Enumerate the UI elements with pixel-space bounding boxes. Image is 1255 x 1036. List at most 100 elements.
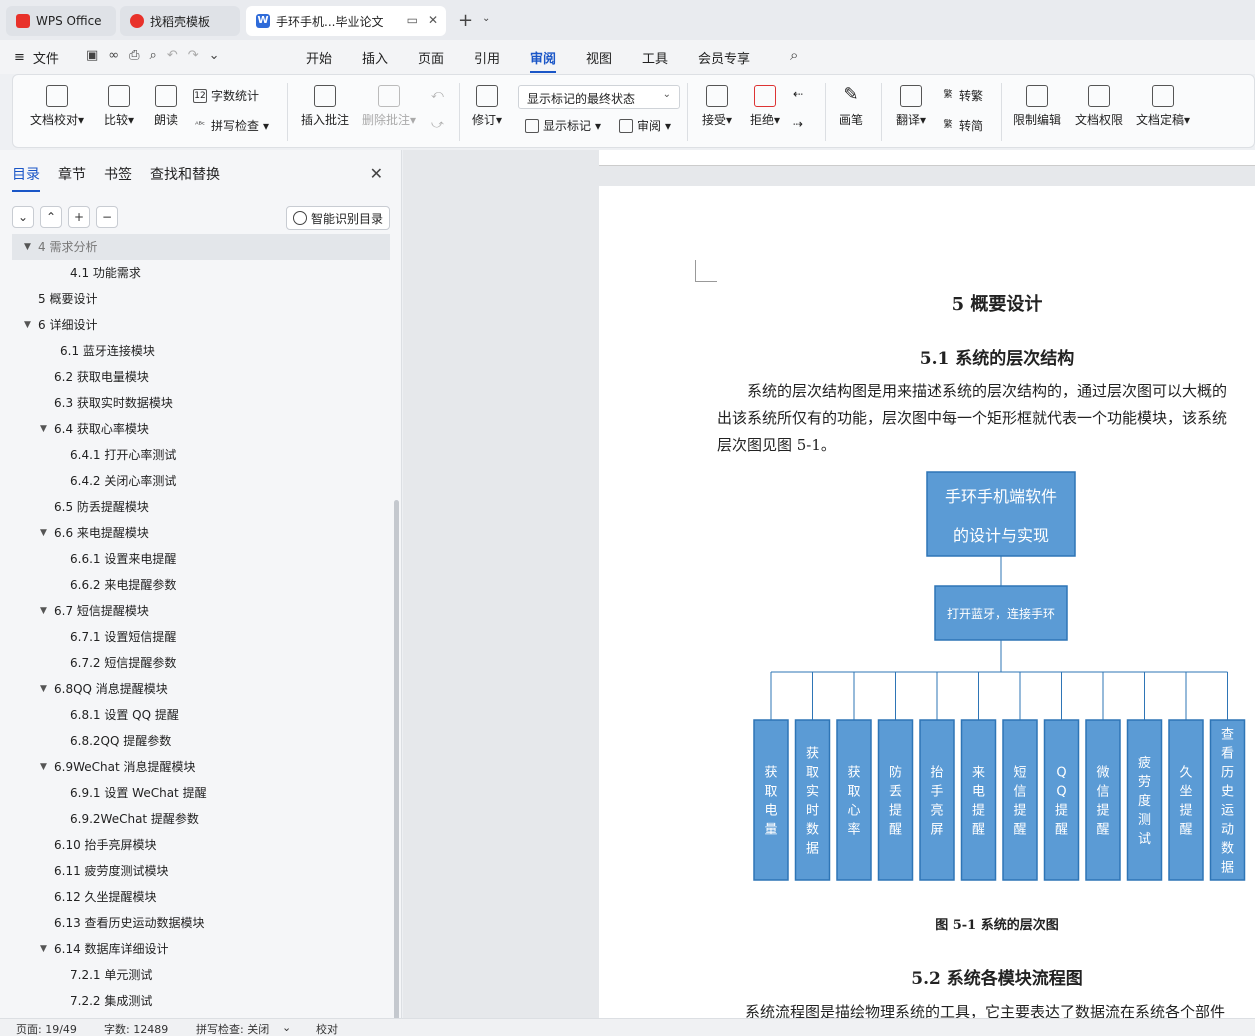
- window-icon[interactable]: ▭: [407, 13, 418, 27]
- add-heading-icon[interactable]: +: [68, 206, 90, 228]
- toc-item[interactable]: 6.2 获取电量模块: [12, 364, 390, 390]
- translate-button[interactable]: 翻译▾: [891, 85, 931, 128]
- read-aloud-button[interactable]: 朗读: [149, 85, 183, 128]
- menu-start[interactable]: 开始: [306, 48, 332, 67]
- toc-item[interactable]: ▼ 6.4 获取心率模块: [12, 416, 390, 442]
- toc-item[interactable]: 6.6.2 来电提醒参数: [12, 572, 390, 598]
- to-traditional-button[interactable]: 繁 转繁: [941, 87, 983, 104]
- remove-heading-icon[interactable]: −: [96, 206, 118, 228]
- toc-item[interactable]: 4.1 功能需求: [12, 260, 390, 286]
- toc-item[interactable]: 6.11 疲劳度测试模块: [12, 858, 390, 884]
- review-pane-button[interactable]: 审阅 ▾: [619, 117, 671, 134]
- revise-button[interactable]: 修订▾: [469, 85, 505, 128]
- expand-triangle-icon[interactable]: ▼: [40, 520, 47, 546]
- word-count-status[interactable]: 字数: 12489: [104, 1021, 168, 1036]
- expand-triangle-icon[interactable]: ▼: [40, 676, 47, 702]
- toc-item[interactable]: 6.1 蓝牙连接模块: [12, 338, 390, 364]
- search-icon[interactable]: ⌕: [790, 46, 798, 64]
- document-page[interactable]: 5 概要设计 5.1 系统的层次结构 系统的层次结构图是用来描述系统的层次结构的…: [599, 186, 1255, 1018]
- tab-wps-office[interactable]: WPS Office: [6, 6, 116, 36]
- menu-insert[interactable]: 插入: [362, 48, 388, 67]
- prev-comment-icon[interactable]: ⤺: [431, 87, 444, 102]
- smart-toc-button[interactable]: 智能识别目录: [286, 206, 390, 230]
- delete-comment-button[interactable]: 删除批注▾: [359, 85, 419, 128]
- prev-change-icon[interactable]: ⇠: [793, 87, 803, 101]
- spell-check-status[interactable]: 拼写检查: 关闭: [196, 1021, 269, 1036]
- toc-item[interactable]: ▼ 6.14 数据库详细设计: [12, 936, 390, 962]
- tab-document[interactable]: W 手环手机...毕业论文 ▭ ✕: [246, 6, 446, 36]
- toc-item[interactable]: 7.2.1 单元测试: [12, 962, 390, 988]
- tab-find-replace[interactable]: 查找和替换: [150, 164, 220, 192]
- insert-comment-button[interactable]: 插入批注: [299, 85, 351, 128]
- word-count-button[interactable]: 12 字数统计: [193, 87, 259, 104]
- toc-item[interactable]: 6.3 获取实时数据模块: [12, 390, 390, 416]
- print-preview-icon[interactable]: ⌕: [150, 48, 157, 63]
- next-comment-icon[interactable]: ⤻: [431, 117, 444, 132]
- toc-item[interactable]: ▼ 6.8QQ 消息提醒模块: [12, 676, 390, 702]
- redo-icon[interactable]: ↷: [188, 48, 199, 63]
- accept-button[interactable]: 接受▾: [697, 85, 737, 128]
- toc-item[interactable]: 6.8.2QQ 提醒参数: [12, 728, 390, 754]
- doc-check-button[interactable]: 文档校对▾: [29, 85, 85, 128]
- toc-item[interactable]: ▼ 4 需求分析: [12, 234, 390, 260]
- next-change-icon[interactable]: ⇢: [793, 117, 803, 131]
- toc-item[interactable]: 6.13 查看历史运动数据模块: [12, 910, 390, 936]
- toc-item[interactable]: 6.12 久坐提醒模块: [12, 884, 390, 910]
- doc-finalize-button[interactable]: 文档定稿▾: [1133, 85, 1193, 128]
- toc-item[interactable]: 6.6.1 设置来电提醒: [12, 546, 390, 572]
- toc-item[interactable]: 6.4.1 打开心率测试: [12, 442, 390, 468]
- menu-view[interactable]: 视图: [586, 48, 612, 67]
- doc-permission-button[interactable]: 文档权限: [1073, 85, 1125, 128]
- to-simplified-button[interactable]: 繁 转简: [941, 117, 983, 134]
- expand-triangle-icon[interactable]: ▼: [24, 234, 31, 260]
- menu-page[interactable]: 页面: [418, 48, 444, 67]
- toc-item[interactable]: ▼ 6.7 短信提醒模块: [12, 598, 390, 624]
- expand-down-icon[interactable]: ⌄: [12, 206, 34, 228]
- tab-chapter[interactable]: 章节: [58, 164, 86, 192]
- show-markup-button[interactable]: 显示标记 ▾: [525, 117, 601, 134]
- restrict-edit-button[interactable]: 限制编辑: [1011, 85, 1063, 128]
- toc-item[interactable]: ▼ 6.6 来电提醒模块: [12, 520, 390, 546]
- page-indicator[interactable]: 页面: 19/49: [16, 1021, 77, 1036]
- link-icon[interactable]: ∞: [108, 48, 119, 63]
- tab-list-chevron-icon[interactable]: ⌄: [482, 13, 490, 24]
- menu-reference[interactable]: 引用: [474, 48, 500, 67]
- undo-icon[interactable]: ↶: [167, 48, 178, 63]
- spell-check-button[interactable]: ᴬᴮᶜ 拼写检查 ▾: [193, 117, 269, 134]
- chevron-down-icon[interactable]: ⌄: [282, 1021, 291, 1034]
- menu-review[interactable]: 审阅: [530, 48, 557, 73]
- expand-triangle-icon[interactable]: ▼: [24, 312, 31, 338]
- expand-triangle-icon[interactable]: ▼: [40, 598, 47, 624]
- toc-item[interactable]: 6.4.2 关闭心率测试: [12, 468, 390, 494]
- tab-bookmark[interactable]: 书签: [104, 164, 132, 192]
- menu-tools[interactable]: 工具: [642, 48, 668, 67]
- expand-triangle-icon[interactable]: ▼: [40, 754, 47, 780]
- close-tab-icon[interactable]: ✕: [428, 13, 438, 27]
- toc-item[interactable]: 6.7.2 短信提醒参数: [12, 650, 390, 676]
- file-menu[interactable]: ≡ 文件: [14, 48, 59, 67]
- proofread-status[interactable]: 校对: [316, 1021, 338, 1036]
- print-icon[interactable]: ⎙: [129, 48, 139, 63]
- expand-triangle-icon[interactable]: ▼: [40, 416, 47, 442]
- close-icon[interactable]: ✕: [370, 164, 383, 183]
- toc-item[interactable]: 5 概要设计: [12, 286, 390, 312]
- pen-button[interactable]: ✎ 画笔: [835, 85, 867, 128]
- toc-item[interactable]: 7.2.2 集成测试: [12, 988, 390, 1014]
- toc-item[interactable]: 6.7.1 设置短信提醒: [12, 624, 390, 650]
- more-chevron-icon[interactable]: ⌄: [209, 48, 220, 63]
- expand-triangle-icon[interactable]: ▼: [40, 936, 47, 962]
- toc-scrollbar[interactable]: [394, 500, 399, 1018]
- tab-toc[interactable]: 目录: [12, 164, 40, 192]
- toc-item[interactable]: ▼ 6.9WeChat 消息提醒模块: [12, 754, 390, 780]
- toc-item[interactable]: 6.9.2WeChat 提醒参数: [12, 806, 390, 832]
- save-icon[interactable]: ▣: [86, 48, 98, 63]
- compare-button[interactable]: 比较▾: [97, 85, 141, 128]
- toc-item[interactable]: ▼ 6 详细设计: [12, 312, 390, 338]
- markup-state-dropdown[interactable]: 显示标记的最终状态 ⌄: [518, 85, 680, 109]
- collapse-up-icon[interactable]: ⌃: [40, 206, 62, 228]
- toc-item[interactable]: 6.8.1 设置 QQ 提醒: [12, 702, 390, 728]
- tab-template[interactable]: 找稻壳模板: [120, 6, 240, 36]
- reject-button[interactable]: 拒绝▾: [745, 85, 785, 128]
- toc-item[interactable]: 6.10 抬手亮屏模块: [12, 832, 390, 858]
- menu-member[interactable]: 会员专享: [698, 48, 750, 67]
